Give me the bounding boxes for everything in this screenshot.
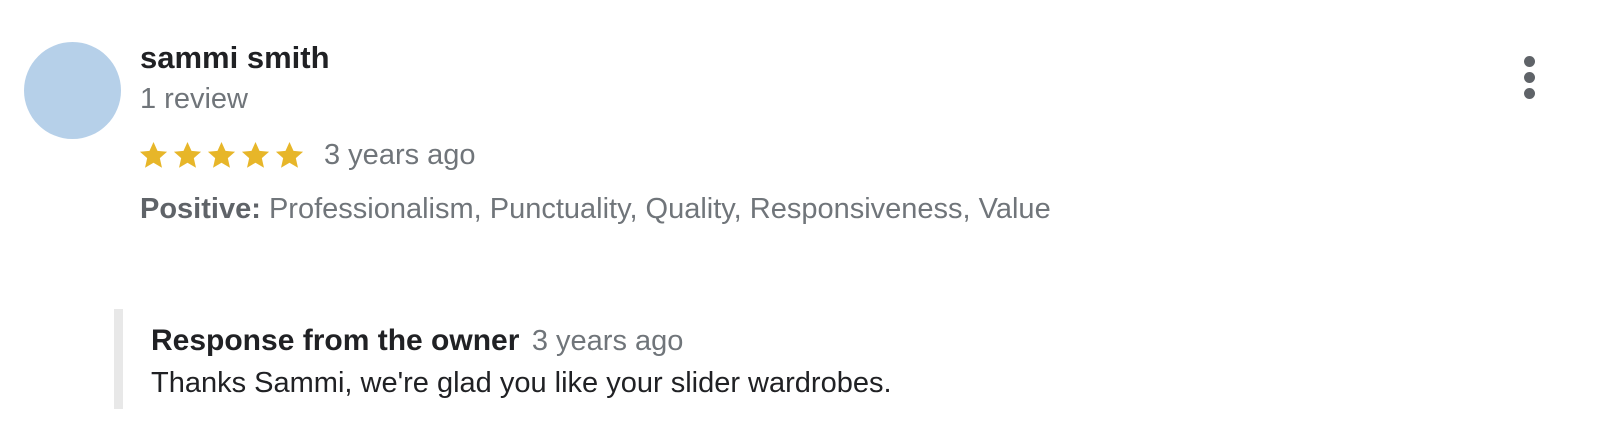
star-icon (173, 141, 202, 168)
reviewer-name[interactable]: sammi smith (140, 40, 330, 76)
avatar[interactable] (24, 42, 121, 139)
star-icon (275, 141, 304, 168)
attributes-label: Positive: (140, 193, 261, 225)
more-vert-icon (1524, 72, 1535, 83)
owner-response-header: Response from the owner 3 years ago (151, 324, 683, 358)
more-options-button[interactable] (1510, 52, 1550, 104)
owner-response-text: Thanks Sammi, we're glad you like your s… (151, 367, 892, 399)
owner-response-date: 3 years ago (531, 325, 684, 357)
review-count[interactable]: 1 review (140, 83, 248, 116)
more-vert-icon (1524, 56, 1535, 67)
star-icon (241, 141, 270, 168)
review-attributes: Positive: Professionalism, Punctuality, … (140, 193, 1051, 226)
more-vert-icon (1524, 88, 1535, 99)
rating-row: 3 years ago (138, 137, 476, 173)
star-rating (138, 140, 308, 171)
owner-response: Response from the owner 3 years ago Than… (114, 309, 1023, 409)
owner-response-title: Response from the owner (151, 324, 520, 357)
review-date: 3 years ago (324, 138, 476, 171)
star-icon (139, 141, 168, 168)
star-icon (207, 141, 236, 168)
attributes-text: Professionalism, Punctuality, Quality, R… (268, 193, 1051, 225)
